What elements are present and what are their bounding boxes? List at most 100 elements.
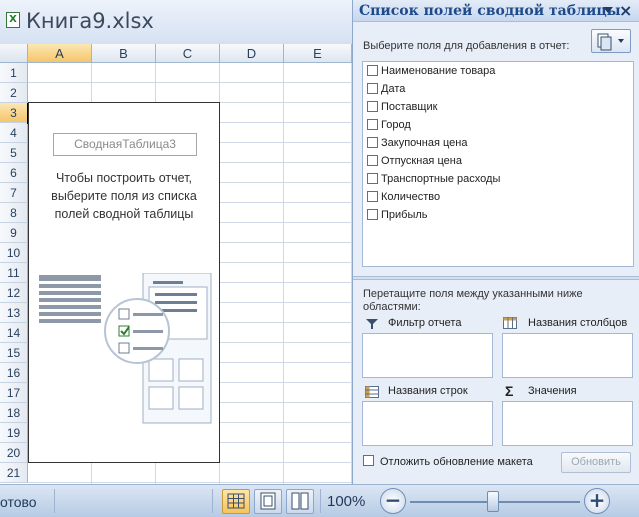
status-separator bbox=[320, 489, 321, 513]
field-checkbox[interactable] bbox=[367, 83, 378, 94]
zoom-out-button[interactable]: − bbox=[380, 488, 406, 514]
field-item[interactable]: Количество bbox=[367, 190, 440, 206]
pivot-instruction-text: Чтобы построить отчет, выберите поля из … bbox=[51, 171, 197, 221]
field-label: Отпускная цена bbox=[381, 155, 462, 167]
row-header-10[interactable]: 10 bbox=[0, 243, 28, 263]
page-layout-icon bbox=[260, 492, 276, 510]
field-checkbox[interactable] bbox=[367, 191, 378, 202]
pane-splitter[interactable] bbox=[353, 276, 639, 280]
row-header-21[interactable]: 21 bbox=[0, 463, 28, 483]
field-label: Закупочная цена bbox=[381, 137, 468, 149]
gridline bbox=[283, 63, 284, 484]
field-label: Прибыль bbox=[381, 209, 428, 221]
row-header-20[interactable]: 20 bbox=[0, 443, 28, 463]
column-header-d[interactable]: D bbox=[220, 44, 284, 63]
row-header-1[interactable]: 1 bbox=[0, 63, 28, 83]
field-item[interactable]: Дата bbox=[367, 82, 405, 98]
row-header-4[interactable]: 4 bbox=[0, 123, 28, 143]
zoom-slider-thumb[interactable] bbox=[487, 491, 499, 512]
row-header-3[interactable]: 3 bbox=[0, 103, 28, 123]
pane-title: Список полей сводной таблицы bbox=[359, 3, 621, 19]
row-header-19[interactable]: 19 bbox=[0, 423, 28, 443]
columns-drop-zone[interactable] bbox=[502, 333, 633, 378]
field-checkbox[interactable] bbox=[367, 155, 378, 166]
page-break-preview-button[interactable] bbox=[286, 489, 314, 514]
row-header-5[interactable]: 5 bbox=[0, 143, 28, 163]
values-area-label: Значения bbox=[528, 385, 577, 397]
rows-drop-zone[interactable] bbox=[362, 401, 493, 446]
grid-icon bbox=[227, 493, 245, 509]
page-layout-view-button[interactable] bbox=[254, 489, 282, 514]
pivot-table-placeholder[interactable]: СводнаяТаблица3 Чтобы построить отчет, в… bbox=[28, 102, 220, 463]
defer-update-checkbox[interactable] bbox=[363, 455, 374, 466]
field-item[interactable]: Наименование товара bbox=[367, 64, 495, 80]
close-icon[interactable]: × bbox=[619, 1, 632, 20]
field-item[interactable]: Закупочная цена bbox=[367, 136, 467, 152]
row-header-6[interactable]: 6 bbox=[0, 163, 28, 183]
gridline bbox=[28, 482, 352, 483]
columns-area-label: Названия столбцов bbox=[528, 317, 628, 329]
normal-view-button[interactable] bbox=[222, 489, 250, 514]
row-header-8[interactable]: 8 bbox=[0, 203, 28, 223]
field-checkbox[interactable] bbox=[367, 137, 378, 148]
column-header-b[interactable]: B bbox=[92, 44, 156, 63]
field-item[interactable]: Поставщик bbox=[367, 100, 437, 116]
row-header-13[interactable]: 13 bbox=[0, 303, 28, 323]
field-item[interactable]: Отпускная цена bbox=[367, 154, 462, 170]
column-header-e[interactable]: E bbox=[284, 44, 352, 63]
field-label: Поставщик bbox=[381, 101, 438, 113]
zoom-in-button[interactable]: + bbox=[584, 488, 610, 514]
layout-options-button[interactable] bbox=[591, 29, 631, 53]
dropdown-arrow-icon[interactable] bbox=[601, 3, 615, 17]
select-all-corner[interactable] bbox=[0, 44, 28, 63]
field-checkbox[interactable] bbox=[367, 101, 378, 112]
values-drop-zone[interactable] bbox=[502, 401, 633, 446]
status-bar: отово 100% − + bbox=[0, 484, 639, 517]
field-checkbox[interactable] bbox=[367, 119, 378, 130]
sigma-icon: Σ bbox=[505, 383, 514, 399]
row-header-18[interactable]: 18 bbox=[0, 403, 28, 423]
field-label: Наименование товара bbox=[381, 65, 496, 77]
row-header-17[interactable]: 17 bbox=[0, 383, 28, 403]
status-separator bbox=[54, 489, 55, 513]
row-header-7[interactable]: 7 bbox=[0, 183, 28, 203]
column-header-a[interactable]: A bbox=[28, 44, 92, 63]
field-item[interactable]: Город bbox=[367, 118, 411, 134]
update-button[interactable]: Обновить bbox=[561, 452, 631, 473]
page-break-icon bbox=[291, 492, 309, 510]
zoom-level[interactable]: 100% bbox=[327, 493, 365, 510]
column-header-c[interactable]: C bbox=[156, 44, 220, 63]
field-label: Количество bbox=[381, 191, 441, 203]
row-header-14[interactable]: 14 bbox=[0, 323, 28, 343]
row-header-11[interactable]: 11 bbox=[0, 263, 28, 283]
layout-options-icon bbox=[597, 33, 624, 51]
field-label: Дата bbox=[381, 83, 406, 95]
excel-file-icon: X bbox=[6, 12, 20, 28]
field-item[interactable]: Прибыль bbox=[367, 208, 428, 224]
row-header-16[interactable]: 16 bbox=[0, 363, 28, 383]
row-header-15[interactable]: 15 bbox=[0, 343, 28, 363]
field-checkbox[interactable] bbox=[367, 173, 378, 184]
drag-fields-label: Перетащите поля между указанными ниже об… bbox=[363, 288, 583, 313]
workbook-title: Книга9.xlsx bbox=[26, 9, 154, 33]
field-list-box[interactable]: Наименование товара Дата Поставщик Город Зак… bbox=[362, 61, 634, 267]
status-separator bbox=[212, 489, 213, 513]
field-checkbox[interactable] bbox=[367, 65, 378, 76]
defer-update-label: Отложить обновление макета bbox=[380, 456, 533, 468]
field-item[interactable]: Транспортные расходы bbox=[367, 172, 500, 188]
row-header-9[interactable]: 9 bbox=[0, 223, 28, 243]
worksheet[interactable]: ABCDE 1 2 3 4 5 6 7 8 9 10 11 12 13 14 15 16 17 18 19 20 21 … bbox=[0, 44, 352, 484]
title-bar: X Книга9.xlsx bbox=[0, 0, 352, 44]
pivot-table-name: СводнаяТаблица3 bbox=[53, 133, 197, 156]
field-label: Город bbox=[381, 119, 411, 131]
filter-icon bbox=[366, 319, 378, 329]
row-header-12[interactable]: 12 bbox=[0, 283, 28, 303]
rows-icon bbox=[365, 386, 379, 398]
row-header-2[interactable]: 2 bbox=[0, 83, 28, 103]
filter-area-label: Фильтр отчета bbox=[388, 317, 462, 329]
pick-fields-label: Выберите поля для добавления в отчет: bbox=[363, 40, 570, 52]
pivot-illustration-icon bbox=[39, 273, 212, 424]
pivot-field-list-pane: Список полей сводной таблицы × Выберите … bbox=[352, 0, 639, 484]
field-checkbox[interactable] bbox=[367, 209, 378, 220]
filter-drop-zone[interactable] bbox=[362, 333, 493, 378]
